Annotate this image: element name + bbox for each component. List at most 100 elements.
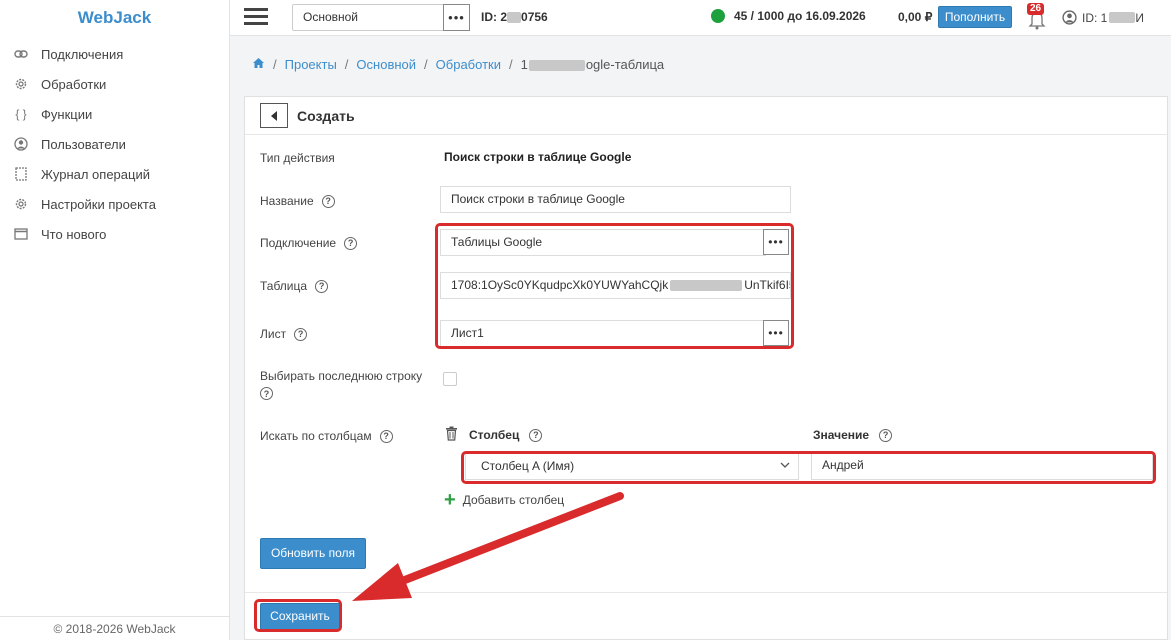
name-label-text: Название bbox=[260, 194, 314, 208]
column-header: Столбец? bbox=[469, 428, 543, 442]
home-icon[interactable] bbox=[252, 57, 265, 72]
connection-label: Подключение? bbox=[260, 236, 358, 250]
link-icon bbox=[13, 46, 29, 62]
redacted-mask bbox=[507, 12, 522, 24]
redacted-mask bbox=[670, 280, 743, 292]
trash-icon[interactable] bbox=[445, 426, 458, 444]
balance: 0,00 ₽ bbox=[898, 10, 933, 24]
help-icon[interactable]: ? bbox=[529, 428, 543, 442]
topbar: Основной ••• ID: 2 0756 45 / 1000 до 16.0… bbox=[230, 0, 1171, 36]
gear-icon bbox=[13, 76, 29, 92]
breadcrumb-project[interactable]: Основной bbox=[356, 57, 416, 72]
create-form-card: Создать Тип действия Поиск строки в табл… bbox=[244, 96, 1168, 640]
sidebar-nav: Подключения Обработки { } Функции Пользо… bbox=[0, 39, 229, 249]
breadcrumb-projects[interactable]: Проекты bbox=[285, 57, 337, 72]
connection-more-button[interactable]: ••• bbox=[763, 229, 789, 255]
quota-status: 45 / 1000 до 16.09.2026 bbox=[711, 9, 866, 23]
sheet-label-text: Лист bbox=[260, 327, 287, 341]
table-select[interactable]: 1708:1OySc0YKqudpcXk0YUWYahCQjk UnTkif6I5… bbox=[440, 272, 791, 299]
status-dot-icon bbox=[711, 9, 725, 23]
braces-icon: { } bbox=[15, 107, 27, 121]
save-button[interactable]: Сохранить bbox=[260, 603, 340, 630]
sidebar-item-functions[interactable]: { } Функции bbox=[0, 99, 229, 129]
project-id-suffix: 0756 bbox=[521, 10, 548, 24]
window-icon bbox=[13, 226, 29, 242]
help-icon[interactable]: ? bbox=[379, 429, 393, 443]
column-select-value: Столбец A (Имя) bbox=[481, 459, 575, 473]
project-more-button[interactable]: ••• bbox=[443, 4, 470, 31]
last-row-label: Выбирать последнюю строку ? bbox=[260, 369, 422, 400]
update-fields-button[interactable]: Обновить поля bbox=[260, 538, 366, 569]
column-value-input[interactable]: Андрей bbox=[811, 453, 1153, 480]
user-avatar-icon bbox=[1062, 10, 1077, 25]
sidebar-item-project-settings[interactable]: Настройки проекта bbox=[0, 189, 229, 219]
user-id-prefix: ID: 1 bbox=[1082, 10, 1108, 25]
help-icon[interactable]: ? bbox=[879, 428, 893, 442]
help-icon[interactable]: ? bbox=[344, 236, 358, 250]
last-row-label-text: Выбирать последнюю строку bbox=[260, 369, 423, 383]
sidebar-item-label: Обработки bbox=[41, 76, 107, 92]
action-type-value: Поиск строки в таблице Google bbox=[444, 150, 632, 164]
sidebar-item-whats-new[interactable]: Что нового bbox=[0, 219, 229, 249]
breadcrumb-current: 1 ogle-таблица bbox=[521, 57, 665, 72]
table-label: Таблица? bbox=[260, 279, 329, 293]
column-select[interactable]: Столбец A (Имя) bbox=[465, 453, 799, 480]
menu-toggle-icon[interactable] bbox=[244, 8, 268, 26]
sidebar: WebJack Подключения Обработки { } Функци… bbox=[0, 0, 230, 640]
search-columns-label-text: Искать по столбцам bbox=[260, 429, 372, 443]
sidebar-item-label: Журнал операций bbox=[41, 166, 150, 182]
sheet-more-button[interactable]: ••• bbox=[763, 320, 789, 346]
sidebar-item-connections[interactable]: Подключения bbox=[0, 39, 229, 69]
last-row-checkbox[interactable] bbox=[443, 372, 457, 386]
sidebar-item-label: Пользователи bbox=[41, 136, 126, 152]
project-select[interactable]: Основной bbox=[292, 4, 444, 31]
name-label: Название? bbox=[260, 194, 335, 208]
action-type-label: Тип действия bbox=[260, 151, 335, 165]
add-column-label: Добавить столбец bbox=[462, 493, 565, 507]
add-column-button[interactable]: + Добавить столбец bbox=[444, 489, 565, 511]
project-id-prefix: ID: 2 bbox=[481, 10, 508, 24]
copyright: © 2018-2026 WebJack bbox=[0, 616, 229, 640]
card-header: Создать bbox=[245, 97, 1167, 135]
redacted-mask bbox=[1109, 12, 1136, 23]
chevron-down-icon bbox=[780, 454, 790, 479]
settings-icon bbox=[13, 196, 29, 212]
plus-icon: + bbox=[444, 489, 456, 511]
sidebar-item-label: Настройки проекта bbox=[41, 196, 156, 212]
search-columns-label: Искать по столбцам? bbox=[260, 429, 393, 443]
page-title: Создать bbox=[297, 107, 355, 124]
connection-select[interactable]: Таблицы Google bbox=[440, 229, 766, 256]
topup-button[interactable]: Пополнить bbox=[938, 6, 1012, 28]
sidebar-item-label: Что нового bbox=[41, 226, 107, 242]
connection-label-text: Подключение bbox=[260, 236, 337, 250]
notification-badge[interactable]: 26 bbox=[1027, 3, 1045, 15]
table-label-text: Таблица bbox=[260, 279, 308, 293]
breadcrumb: / Проекты / Основной / Обработки / 1 ogle… bbox=[252, 57, 664, 72]
journal-icon bbox=[13, 166, 29, 182]
sheet-label: Лист? bbox=[260, 327, 308, 341]
quota-text: 45 / 1000 до 16.09.2026 bbox=[734, 9, 866, 23]
table-value-prefix: 1708:1OySc0YKqudpcXk0YUWYahCQjk bbox=[451, 278, 669, 292]
value-header: Значение? bbox=[813, 428, 893, 442]
table-value-suffix: UnTkif6I5Q bbox=[744, 278, 790, 292]
breadcrumb-processing[interactable]: Обработки bbox=[436, 57, 501, 72]
sidebar-item-processing[interactable]: Обработки bbox=[0, 69, 229, 99]
user-menu[interactable]: ID: 1 И bbox=[1062, 10, 1144, 25]
app-logo[interactable]: WebJack bbox=[0, 0, 229, 36]
value-header-text: Значение bbox=[813, 428, 870, 442]
sheet-select[interactable]: Лист1 bbox=[440, 320, 766, 347]
breadcrumb-current-prefix: 1 bbox=[520, 57, 528, 72]
sidebar-item-users[interactable]: Пользователи bbox=[0, 129, 229, 159]
project-id: ID: 2 0756 bbox=[481, 10, 548, 24]
help-icon[interactable]: ? bbox=[321, 194, 335, 208]
sidebar-item-journal[interactable]: Журнал операций bbox=[0, 159, 229, 189]
help-icon[interactable]: ? bbox=[260, 387, 273, 400]
breadcrumb-current-suffix: ogle-таблица bbox=[585, 57, 665, 72]
help-icon[interactable]: ? bbox=[294, 327, 308, 341]
user-id-suffix: И bbox=[1135, 10, 1144, 25]
back-button[interactable] bbox=[260, 103, 288, 128]
column-header-text: Столбец bbox=[469, 428, 520, 442]
sidebar-item-label: Подключения bbox=[41, 46, 124, 62]
help-icon[interactable]: ? bbox=[315, 279, 329, 293]
name-input[interactable]: Поиск строки в таблице Google bbox=[440, 186, 791, 213]
